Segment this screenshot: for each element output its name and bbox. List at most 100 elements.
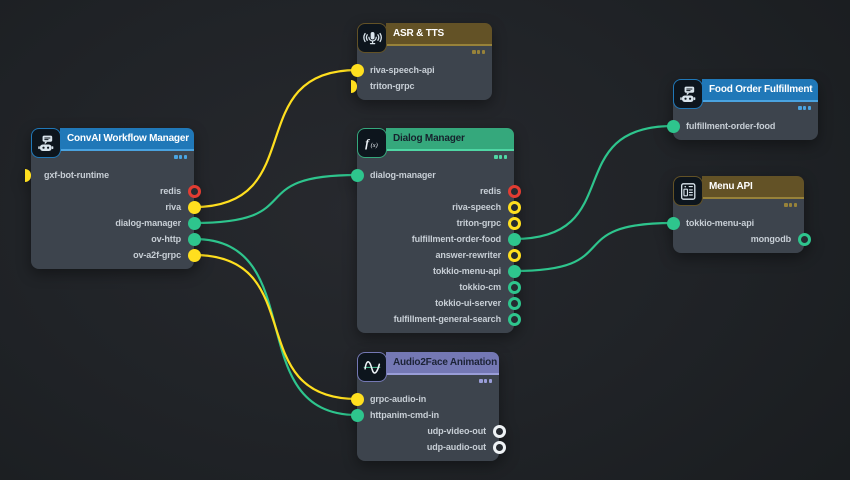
port-connector-fulfillment-order-food[interactable]	[666, 119, 680, 133]
port-connector-dialog-manager[interactable]	[187, 216, 201, 230]
port-tokkio-ui-server: tokkio-ui-server	[357, 295, 521, 311]
port-label: fulfillment-general-search	[393, 314, 502, 324]
node-header[interactable]: Food Order Fulfillment	[702, 79, 818, 102]
port-label: answer-rewriter	[435, 250, 501, 260]
port-redis: redis	[31, 183, 201, 199]
port-answer-rewriter: answer-rewriter	[357, 247, 521, 263]
port-connector-riva[interactable]	[187, 200, 201, 214]
node-title: Food Order Fulfillment	[709, 84, 813, 95]
port-connector-riva-speech-api[interactable]	[350, 63, 364, 77]
port-connector-grpc-audio-in[interactable]	[350, 392, 364, 406]
node-menu-api[interactable]: Menu API tokkio-menu-api mongodb	[666, 176, 811, 253]
port-label: grpc-audio-in	[370, 394, 427, 404]
port-triton-grpc: triton-grpc	[350, 78, 492, 94]
port-fulfillment-general-search: fulfillment-general-search	[357, 311, 521, 327]
ellipsis-icon[interactable]	[784, 203, 797, 207]
node-title: ConvAI Workflow Manager	[67, 133, 189, 144]
port-connector-ov-a2f-grpc[interactable]	[187, 248, 201, 262]
port-udp-audio-out: udp-audio-out	[357, 439, 506, 455]
node-convai-workflow-manager[interactable]: ConvAI Workflow Manager gxf-bot-runtime re…	[24, 128, 201, 269]
node-body: tokkio-menu-api mongodb	[666, 199, 811, 253]
port-connector-gxf-bot-runtime[interactable]	[24, 168, 31, 182]
port-ov-a2f-grpc: ov-a2f-grpc	[31, 247, 201, 263]
microphone-icon	[357, 23, 387, 53]
port-connector-udp-audio-out[interactable]	[492, 440, 506, 454]
port-dialog-manager: dialog-manager	[31, 215, 201, 231]
port-connector-triton-grpc[interactable]	[507, 216, 521, 230]
node-header[interactable]: Dialog Manager	[386, 128, 514, 151]
port-connector-dialog-manager[interactable]	[350, 168, 364, 182]
port-fulfillment-order-food: fulfillment-order-food	[357, 231, 521, 247]
node-header[interactable]: Menu API	[702, 176, 804, 199]
fx-icon: f (x)	[357, 128, 387, 158]
port-label: tokkio-menu-api	[432, 266, 501, 276]
port-tokkio-cm: tokkio-cm	[357, 279, 521, 295]
port-connector-tokkio-menu-api[interactable]	[507, 264, 521, 278]
node-header[interactable]: ConvAI Workflow Manager	[60, 128, 194, 151]
port-label: fulfillment-order-food	[411, 234, 501, 244]
port-connector-triton-grpc[interactable]	[350, 79, 357, 93]
port-fulfillment-order-food: fulfillment-order-food	[666, 118, 818, 134]
svg-text:(x): (x)	[371, 142, 378, 149]
port-riva: riva	[31, 199, 201, 215]
ellipsis-icon[interactable]	[174, 155, 187, 159]
port-label: tokkio-cm	[459, 282, 501, 292]
port-tokkio-menu-api: tokkio-menu-api	[666, 215, 804, 231]
port-gxf-bot-runtime: gxf-bot-runtime	[24, 167, 194, 183]
port-connector-httpanim-cmd-in[interactable]	[350, 408, 364, 422]
port-connector-fulfillment-general-search[interactable]	[507, 312, 521, 326]
port-connector-tokkio-ui-server[interactable]	[507, 296, 521, 310]
port-label: redis	[159, 186, 181, 196]
port-connector-redis[interactable]	[187, 184, 201, 198]
node-title: Menu API	[709, 181, 753, 192]
port-connector-udp-video-out[interactable]	[492, 424, 506, 438]
port-label: triton-grpc	[456, 218, 502, 228]
port-label: riva	[165, 202, 181, 212]
node-header[interactable]: Audio2Face Animation	[386, 352, 499, 375]
port-label: fulfillment-order-food	[686, 121, 776, 131]
ellipsis-icon[interactable]	[798, 106, 811, 110]
port-riva-speech-api: riva-speech-api	[350, 62, 492, 78]
node-body: gxf-bot-runtime redis riva dialog-manager ov…	[24, 151, 201, 269]
sine-wave-icon	[357, 352, 387, 382]
node-dialog-manager[interactable]: f (x) Dialog Manager dialog-manager redis ri…	[350, 128, 521, 333]
port-label: ov-a2f-grpc	[133, 250, 181, 260]
port-connector-fulfillment-order-food[interactable]	[507, 232, 521, 246]
node-food-order-fulfillment[interactable]: Food Order Fulfillment fulfillment-order-…	[666, 79, 818, 140]
node-asr-tts[interactable]: ASR & TTS riva-speech-api triton-grpc	[350, 23, 492, 100]
port-label: httpanim-cmd-in	[370, 410, 439, 420]
node-title: ASR & TTS	[393, 28, 444, 39]
port-connector-redis[interactable]	[507, 184, 521, 198]
port-connector-mongodb[interactable]	[797, 232, 811, 246]
ellipsis-icon[interactable]	[494, 155, 507, 159]
robot-chat-icon	[31, 128, 61, 158]
port-label: tokkio-ui-server	[435, 298, 501, 308]
port-label: gxf-bot-runtime	[44, 170, 109, 180]
port-label: udp-video-out	[427, 426, 486, 436]
svg-text:f: f	[365, 136, 370, 150]
port-label: riva-speech-api	[370, 65, 435, 75]
node-title: Audio2Face Animation	[393, 357, 497, 368]
port-label: dialog-manager	[115, 218, 181, 228]
node-audio2face-animation[interactable]: Audio2Face Animation grpc-audio-in httpani…	[350, 352, 506, 461]
port-label: redis	[479, 186, 501, 196]
port-connector-answer-rewriter[interactable]	[507, 248, 521, 262]
port-label: ov-http	[151, 234, 181, 244]
port-udp-video-out: udp-video-out	[357, 423, 506, 439]
port-dialog-manager: dialog-manager	[350, 167, 514, 183]
port-redis: redis	[357, 183, 521, 199]
node-body: dialog-manager redis riva-speech triton-grp…	[350, 151, 521, 333]
node-header[interactable]: ASR & TTS	[386, 23, 492, 46]
port-connector-riva-speech[interactable]	[507, 200, 521, 214]
port-label: tokkio-menu-api	[686, 218, 755, 228]
port-connector-tokkio-cm[interactable]	[507, 280, 521, 294]
port-label: udp-audio-out	[426, 442, 486, 452]
ellipsis-icon[interactable]	[479, 379, 492, 383]
port-connector-tokkio-menu-api[interactable]	[666, 216, 680, 230]
ellipsis-icon[interactable]	[472, 50, 485, 54]
port-triton-grpc: triton-grpc	[357, 215, 521, 231]
port-connector-ov-http[interactable]	[187, 232, 201, 246]
node-title: Dialog Manager	[393, 133, 465, 144]
node-graph-canvas[interactable]: ConvAI Workflow Manager gxf-bot-runtime re…	[0, 0, 850, 480]
port-httpanim-cmd-in: httpanim-cmd-in	[350, 407, 499, 423]
